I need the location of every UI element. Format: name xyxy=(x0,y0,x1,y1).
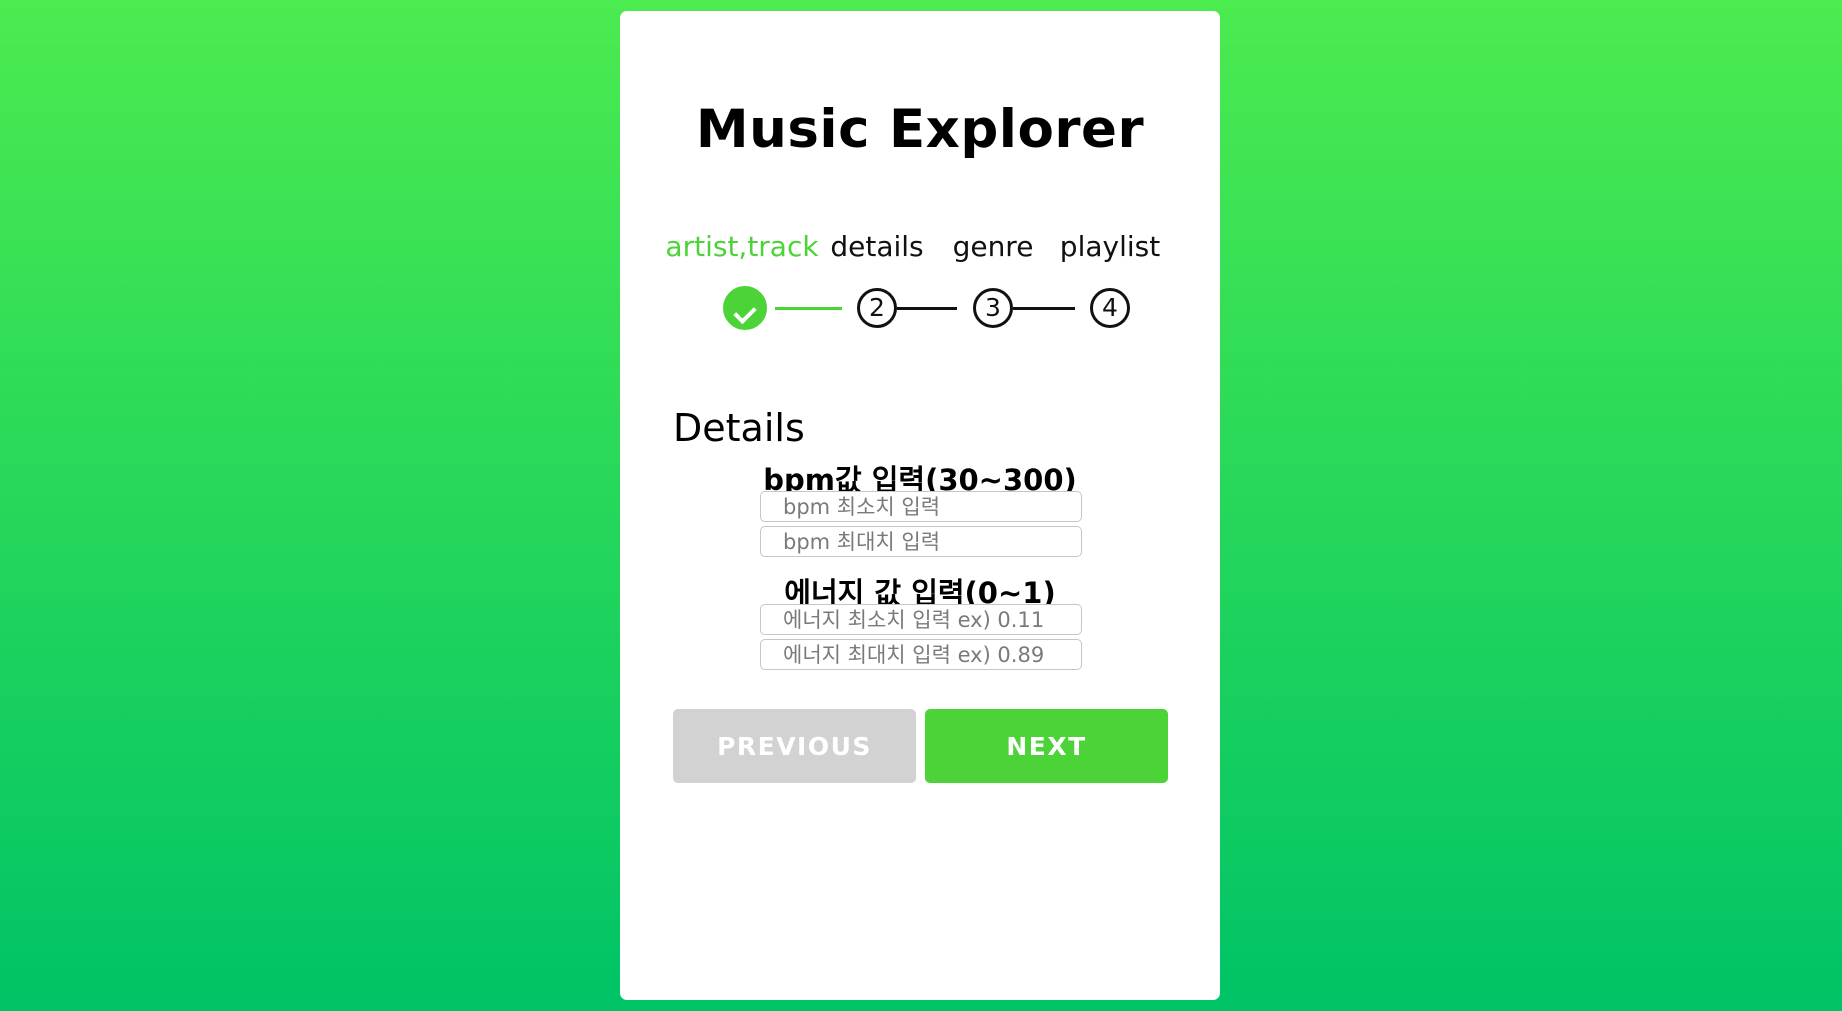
energy-max-input[interactable] xyxy=(760,639,1082,670)
step-label-artist-track: artist,track xyxy=(665,230,819,263)
bpm-max-input[interactable] xyxy=(760,526,1082,557)
step-label-details: details xyxy=(830,230,924,263)
wizard-card: Music Explorer artist,track details genr… xyxy=(620,11,1220,1000)
step-label-genre: genre xyxy=(952,230,1034,263)
energy-min-input[interactable] xyxy=(760,604,1082,635)
step-connector-2 xyxy=(897,307,957,310)
section-title: Details xyxy=(673,406,805,450)
step-connector-1 xyxy=(775,307,842,310)
step-label-playlist: playlist xyxy=(1059,230,1161,263)
step-indicator-playlist: 4 xyxy=(1090,288,1130,328)
bpm-min-input[interactable] xyxy=(760,491,1082,522)
previous-button[interactable]: PREVIOUS xyxy=(673,709,916,783)
step-indicator-details: 2 xyxy=(857,288,897,328)
step-connector-3 xyxy=(1013,307,1075,310)
page-title: Music Explorer xyxy=(695,99,1145,160)
step-indicator-artist-track xyxy=(723,286,767,330)
next-button[interactable]: NEXT xyxy=(925,709,1168,783)
check-icon xyxy=(733,300,757,325)
step-indicator-genre: 3 xyxy=(973,288,1013,328)
